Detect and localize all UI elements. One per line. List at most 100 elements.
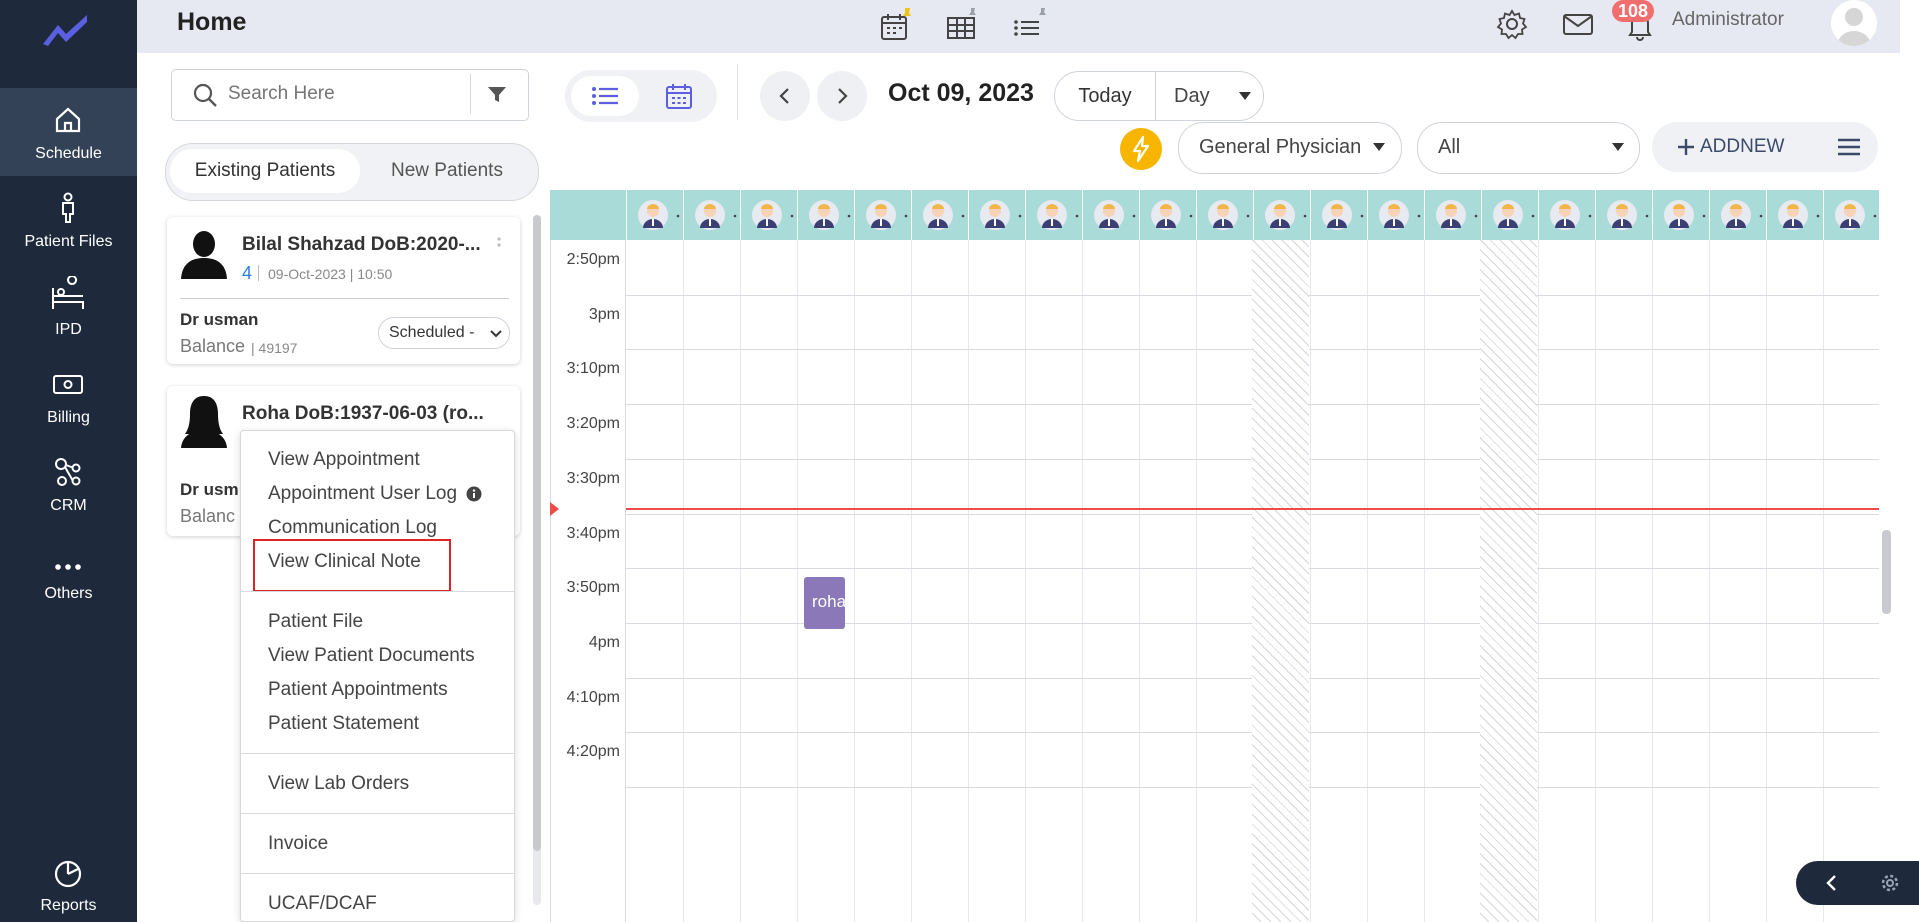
grid-column-line — [1196, 240, 1197, 922]
sidebar-item-schedule[interactable]: Schedule — [0, 88, 137, 176]
menu-item-label: Appointment User Log — [268, 483, 458, 504]
sidebar-item-label: CRM — [50, 497, 87, 514]
sidebar-item-label: Patient Files — [24, 233, 113, 250]
tab-new-patients[interactable]: New Patients — [360, 149, 534, 193]
app-logo[interactable] — [40, 10, 90, 50]
sidebar-item-label: IPD — [55, 321, 82, 338]
search-box[interactable] — [171, 69, 529, 121]
menu-separator — [241, 591, 514, 592]
list-view-icon[interactable] — [1009, 8, 1049, 44]
specialty-select[interactable]: General Physician — [1178, 122, 1402, 174]
kebab-menu-icon[interactable] — [496, 235, 502, 255]
grid-column-line — [1025, 240, 1026, 922]
doctor-name: Dr usm — [180, 480, 239, 499]
time-slot-label: 4pm — [588, 633, 620, 651]
grid-column-line — [854, 240, 855, 922]
patient-card[interactable]: Bilal Shahzad DoB:2020-... 4 09-Oct-2023… — [167, 217, 520, 364]
grid-column-line — [1595, 240, 1596, 922]
list-view-button[interactable] — [571, 76, 639, 116]
settings-gear-icon[interactable] — [1494, 6, 1530, 42]
menu-item-ucaf-dcaf[interactable]: UCAF/DCAF — [268, 893, 377, 915]
menu-item-patient-statement[interactable]: Patient Statement — [268, 713, 419, 735]
menu-item-patient-appointments[interactable]: Patient Appointments — [268, 679, 448, 701]
grid-column-line — [1766, 240, 1767, 922]
info-icon — [466, 486, 482, 502]
status-value: Scheduled - — [389, 324, 475, 341]
appointment-block[interactable]: roha — [804, 577, 845, 629]
bed-icon — [48, 276, 88, 316]
previous-day-button[interactable] — [760, 71, 810, 121]
grid-column-line — [1367, 240, 1368, 922]
sidebar-item-label: Others — [44, 585, 93, 602]
menu-item-communication-log[interactable]: Communication Log — [268, 517, 437, 539]
grid-column-line — [1652, 240, 1653, 922]
network-icon — [48, 452, 88, 492]
grid-column-line — [797, 240, 798, 922]
sidebar-item-ipd[interactable]: IPD — [0, 264, 137, 352]
time-slot-label: 3pm — [588, 305, 620, 323]
settings-gear-icon[interactable] — [1880, 873, 1900, 893]
menu-item-patient-file[interactable]: Patient File — [268, 611, 363, 633]
patient-avatar-male-icon — [179, 227, 229, 279]
sidebar-item-billing[interactable]: Billing — [0, 352, 137, 440]
sidebar-item-others[interactable]: Others — [0, 528, 137, 616]
menu-item-view-clinical-note[interactable]: View Clinical Note — [268, 551, 421, 573]
hamburger-menu-icon[interactable] — [1836, 136, 1862, 158]
menu-item-invoice[interactable]: Invoice — [268, 833, 328, 855]
time-slot-label: 4:20pm — [566, 743, 620, 761]
search-input[interactable] — [226, 78, 456, 110]
chevron-down-icon — [489, 328, 503, 340]
patient-list-scrollbar[interactable] — [533, 215, 541, 905]
status-select[interactable]: Scheduled - — [378, 317, 510, 349]
grid-column-line — [1139, 240, 1140, 922]
add-new-button[interactable]: ADDNEW — [1652, 122, 1812, 172]
grid-view-icon[interactable] — [943, 8, 979, 44]
menu-separator — [241, 753, 514, 754]
filter-icon[interactable] — [486, 84, 508, 106]
sidebar-item-patient-files[interactable]: Patient Files — [0, 176, 137, 264]
menu-item-view-patient-documents[interactable]: View Patient Documents — [268, 645, 475, 667]
menu-item-appointment-user-log[interactable]: Appointment User Log — [268, 483, 482, 505]
grid-column-line — [1082, 240, 1083, 922]
current-time-line — [626, 508, 1879, 510]
today-button[interactable]: Today — [1055, 72, 1155, 120]
quick-action-button[interactable] — [1120, 128, 1162, 170]
page-title: Home — [177, 8, 247, 36]
unavailable-column — [1480, 240, 1537, 922]
patient-name[interactable]: Roha DoB:1937-06-03 (ro... — [242, 403, 484, 425]
time-slot-label: 3:20pm — [566, 415, 620, 433]
money-icon — [48, 364, 88, 404]
scrollbar-thumb[interactable] — [533, 215, 541, 851]
avatar[interactable] — [1831, 0, 1877, 46]
sidebar-item-label: Reports — [40, 897, 97, 914]
menu-item-view-lab-orders[interactable]: View Lab Orders — [268, 773, 409, 795]
sidebar-item-crm[interactable]: CRM — [0, 440, 137, 528]
tab-existing-patients[interactable]: Existing Patients — [170, 149, 360, 193]
grid-column-line — [683, 240, 684, 922]
menu-item-view-appointment[interactable]: View Appointment — [268, 449, 420, 471]
chevron-right-icon — [834, 86, 850, 106]
mail-icon[interactable] — [1560, 6, 1596, 42]
specialty-value: General Physician — [1199, 136, 1362, 158]
filter-select[interactable]: All — [1417, 122, 1640, 174]
divider — [258, 265, 259, 281]
view-mode-select[interactable]: Day — [1156, 72, 1264, 120]
search-icon — [192, 82, 218, 108]
sidebar-item-reports[interactable]: Reports — [0, 850, 137, 922]
card-divider — [180, 298, 509, 299]
more-dots-icon — [48, 540, 88, 580]
user-name[interactable]: Administrator — [1672, 9, 1784, 31]
patient-avatar-female-icon — [179, 394, 229, 448]
grid-column-line — [740, 240, 741, 922]
calendar-pin-icon[interactable] — [877, 8, 913, 44]
calendar-scrollbar-thumb[interactable] — [1882, 530, 1891, 614]
chevron-left-icon[interactable] — [1824, 873, 1840, 893]
next-day-button[interactable] — [817, 71, 867, 121]
patient-name[interactable]: Bilal Shahzad DoB:2020-... — [242, 234, 481, 256]
balance-value: | 49197 — [251, 340, 298, 356]
chevron-left-icon — [777, 86, 793, 106]
appointment-datetime: 09-Oct-2023 | 10:50 — [268, 266, 393, 282]
grid-column-line — [1538, 240, 1539, 922]
appointment-context-menu: View Appointment Appointment User Log Co… — [240, 430, 515, 922]
calendar-view-button[interactable] — [651, 76, 711, 116]
